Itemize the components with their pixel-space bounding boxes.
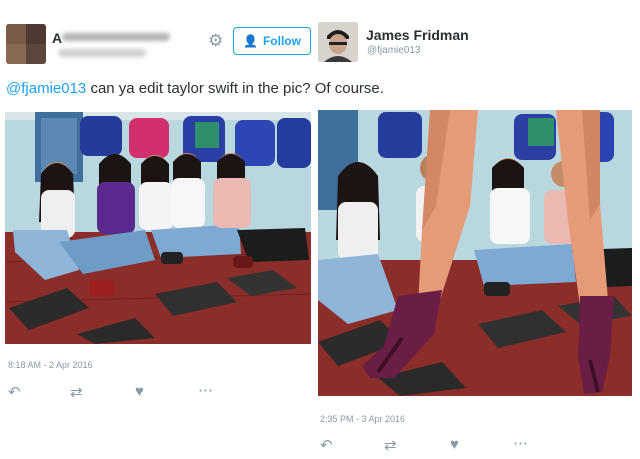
question-text: can ya edit taylor swift in the pic? [86, 80, 315, 97]
original-photo[interactable] [5, 112, 311, 344]
original-photo-image [5, 112, 311, 344]
add-user-icon: 👤 [243, 34, 258, 48]
reply-icon[interactable]: ↶ [8, 383, 21, 401]
mention-link[interactable]: @fjamie013 [6, 80, 86, 97]
like-icon[interactable]: ♥ [450, 436, 459, 453]
more-icon[interactable]: ⋯ [198, 381, 213, 399]
gear-icon[interactable]: ⚙ [208, 31, 223, 51]
avatar-portrait [318, 22, 358, 62]
tweet-text: @fjamie013 can ya edit taylor swift in t… [6, 80, 384, 97]
edited-photo-image [318, 110, 632, 396]
left-author-name[interactable]: A [52, 30, 62, 46]
right-author-avatar[interactable] [318, 22, 358, 62]
right-author-name[interactable]: James Fridman [366, 27, 469, 43]
blurred-handle [58, 49, 146, 57]
right-timestamp[interactable]: 2:35 PM - 3 Apr 2016 [320, 414, 405, 424]
more-icon[interactable]: ⋯ [513, 434, 528, 452]
left-author-avatar[interactable] [6, 24, 46, 64]
reply-icon[interactable]: ↶ [320, 436, 333, 454]
left-timestamp[interactable]: 8:18 AM - 2 Apr 2016 [8, 360, 93, 370]
retweet-icon[interactable]: ⇄ [70, 383, 83, 401]
answer-text: Of course. [314, 80, 384, 97]
retweet-icon[interactable]: ⇄ [384, 436, 397, 454]
edited-photo[interactable] [318, 110, 632, 396]
like-icon[interactable]: ♥ [135, 383, 144, 400]
follow-label: Follow [262, 34, 301, 48]
blurred-name [62, 33, 170, 41]
follow-button[interactable]: 👤 Follow [233, 27, 311, 55]
right-author-handle[interactable]: @fjamie013 [367, 45, 421, 56]
